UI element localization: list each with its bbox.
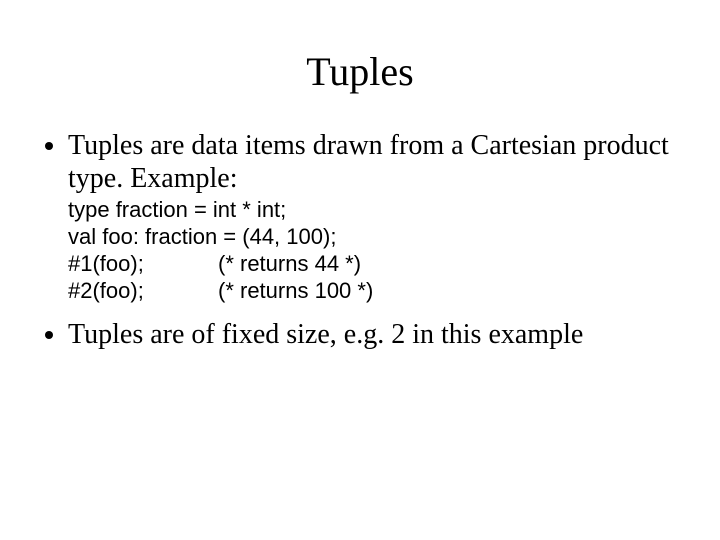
bullet-item: Tuples are data items drawn from a Carte… bbox=[68, 129, 676, 304]
bullet-text: Tuples are of fixed size, e.g. 2 in this… bbox=[68, 319, 583, 350]
code-line: val foo: fraction = (44, 100); bbox=[68, 224, 676, 251]
bullet-list: Tuples are data items drawn from a Carte… bbox=[44, 129, 676, 351]
code-comment: (* returns 44 *) bbox=[218, 251, 361, 278]
code-text: #1(foo); bbox=[68, 251, 218, 278]
code-line: type fraction = int * int; bbox=[68, 197, 676, 224]
code-line: #1(foo); (* returns 44 *) bbox=[68, 251, 676, 278]
bullet-text: Tuples are data items drawn from a Carte… bbox=[68, 130, 669, 194]
slide: Tuples Tuples are data items drawn from … bbox=[0, 0, 720, 540]
slide-title: Tuples bbox=[44, 48, 676, 95]
code-block: type fraction = int * int; val foo: frac… bbox=[68, 197, 676, 304]
code-comment: (* returns 100 *) bbox=[218, 278, 373, 305]
code-line: #2(foo); (* returns 100 *) bbox=[68, 278, 676, 305]
bullet-item: Tuples are of fixed size, e.g. 2 in this… bbox=[68, 318, 676, 351]
code-text: #2(foo); bbox=[68, 278, 218, 305]
